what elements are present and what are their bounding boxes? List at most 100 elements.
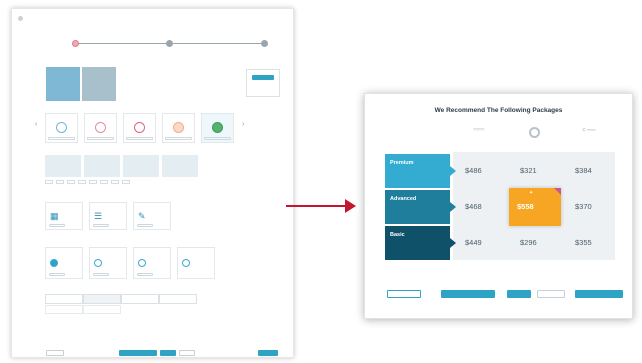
price-value: $468 [465,202,482,211]
icon-card-4[interactable] [162,113,195,143]
mini-control[interactable] [100,180,108,184]
package-basic[interactable]: Basic [385,226,456,260]
radio-option-3[interactable] [133,247,171,279]
price-cell[interactable]: $370 [567,192,613,222]
continue-button[interactable] [575,290,623,298]
price-value: $321 [520,166,537,175]
ring-icon [95,122,106,133]
secondary-action-button[interactable] [160,350,176,356]
step-1-dot[interactable] [72,40,79,47]
select-button[interactable] [507,290,531,298]
option-pill [49,273,65,276]
price-cell[interactable]: $296 [512,228,558,258]
icon-card-1[interactable] [45,113,78,143]
price-cell[interactable]: $355 [567,228,613,258]
radio-option-1[interactable] [45,247,83,279]
check-circle-icon [212,122,223,133]
hero-tile-primary[interactable] [46,67,80,101]
step-3-dot[interactable] [261,40,268,47]
term-tab[interactable] [121,294,159,304]
price-cell[interactable]: $486 [457,156,503,186]
step-2-dot[interactable] [166,40,173,47]
price-cell[interactable]: $468 [457,192,503,222]
detail-cell[interactable] [123,155,159,177]
detail-cell[interactable] [45,155,81,177]
option-pill [93,273,109,276]
provider-column-2 [512,127,556,138]
chevron-left-icon[interactable]: ‹ [35,121,37,128]
detail-cell[interactable] [84,155,120,177]
top-nav [18,14,287,22]
compare-button[interactable] [537,290,565,298]
chevron-right-icon[interactable]: › [242,121,244,128]
mini-control[interactable] [67,180,75,184]
modal-title: We Recommend The Following Packages [434,107,563,114]
icon-card-2[interactable] [84,113,117,143]
ring-icon [173,122,184,133]
summary-button[interactable] [252,75,274,80]
option-pill [49,224,65,227]
term-subrow [45,305,121,314]
card-tag [87,137,114,140]
customize-button[interactable] [441,290,495,298]
package-name: Premium [390,160,414,166]
calendar-icon: ▦ [50,211,59,221]
mini-control[interactable] [78,180,86,184]
progress-stepper [72,39,268,55]
detail-cell[interactable] [162,155,198,177]
option-pill [137,224,153,227]
detail-grid [45,155,198,177]
recommendation-modal: We Recommend The Following Packages ≈≈≈≈… [364,93,633,319]
mini-control[interactable] [111,180,119,184]
package-name: Advanced [390,196,417,202]
modal-footer [387,290,623,298]
tertiary-action-button[interactable] [179,350,195,356]
radio-option-2[interactable] [89,247,127,279]
term-tab[interactable] [83,294,121,304]
hero-tile-secondary[interactable] [82,67,116,101]
back-button[interactable] [46,350,64,356]
summary-box [246,69,280,97]
radio-option-4[interactable] [177,247,215,279]
feature-option-3[interactable]: ✎ [133,202,171,230]
back-button[interactable] [387,290,421,298]
price-value: $558 [517,202,534,211]
next-button[interactable] [258,350,278,356]
icon-card-3[interactable] [123,113,156,143]
mini-control[interactable] [89,180,97,184]
mini-control[interactable] [122,180,130,184]
option-icon-row [45,113,240,143]
mini-control[interactable] [45,180,53,184]
mini-control[interactable] [56,180,64,184]
price-value: $355 [575,238,592,247]
provider-column-3: ⊏ ═══ [567,127,611,132]
primary-action-button[interactable] [119,350,157,356]
term-subcell[interactable] [83,305,121,314]
price-cell[interactable]: $321 [512,156,558,186]
star-icon: ✦ [529,190,534,196]
price-cell[interactable]: $449 [457,228,503,258]
term-tab[interactable] [159,294,197,304]
feature-option-2[interactable]: ☰ [89,202,127,230]
price-value: $296 [520,238,537,247]
price-value: $384 [575,166,592,175]
term-tab[interactable] [45,294,83,304]
icon-card-5[interactable] [201,113,234,143]
radio-icon [138,259,146,267]
card-tag [126,137,153,140]
feature-option-1[interactable]: ▦ [45,202,83,230]
term-subcell[interactable] [45,305,83,314]
term-tabs [45,294,197,304]
provider-logo-icon [528,127,540,138]
card-tag [165,137,192,140]
form-screenshot: ‹ › ▦ ☰ ✎ [11,8,294,358]
list-icon: ☰ [94,211,103,221]
option-pill [137,273,153,276]
price-cell-recommended[interactable]: ✦ $558 [509,188,561,226]
provider-logo-icon: ⊏ ═══ [582,127,596,132]
package-name: Basic [390,232,405,238]
price-cell[interactable]: $384 [567,156,613,186]
package-premium[interactable]: Premium [385,154,456,188]
card-tag [48,137,75,140]
package-advanced[interactable]: Advanced [385,190,456,224]
